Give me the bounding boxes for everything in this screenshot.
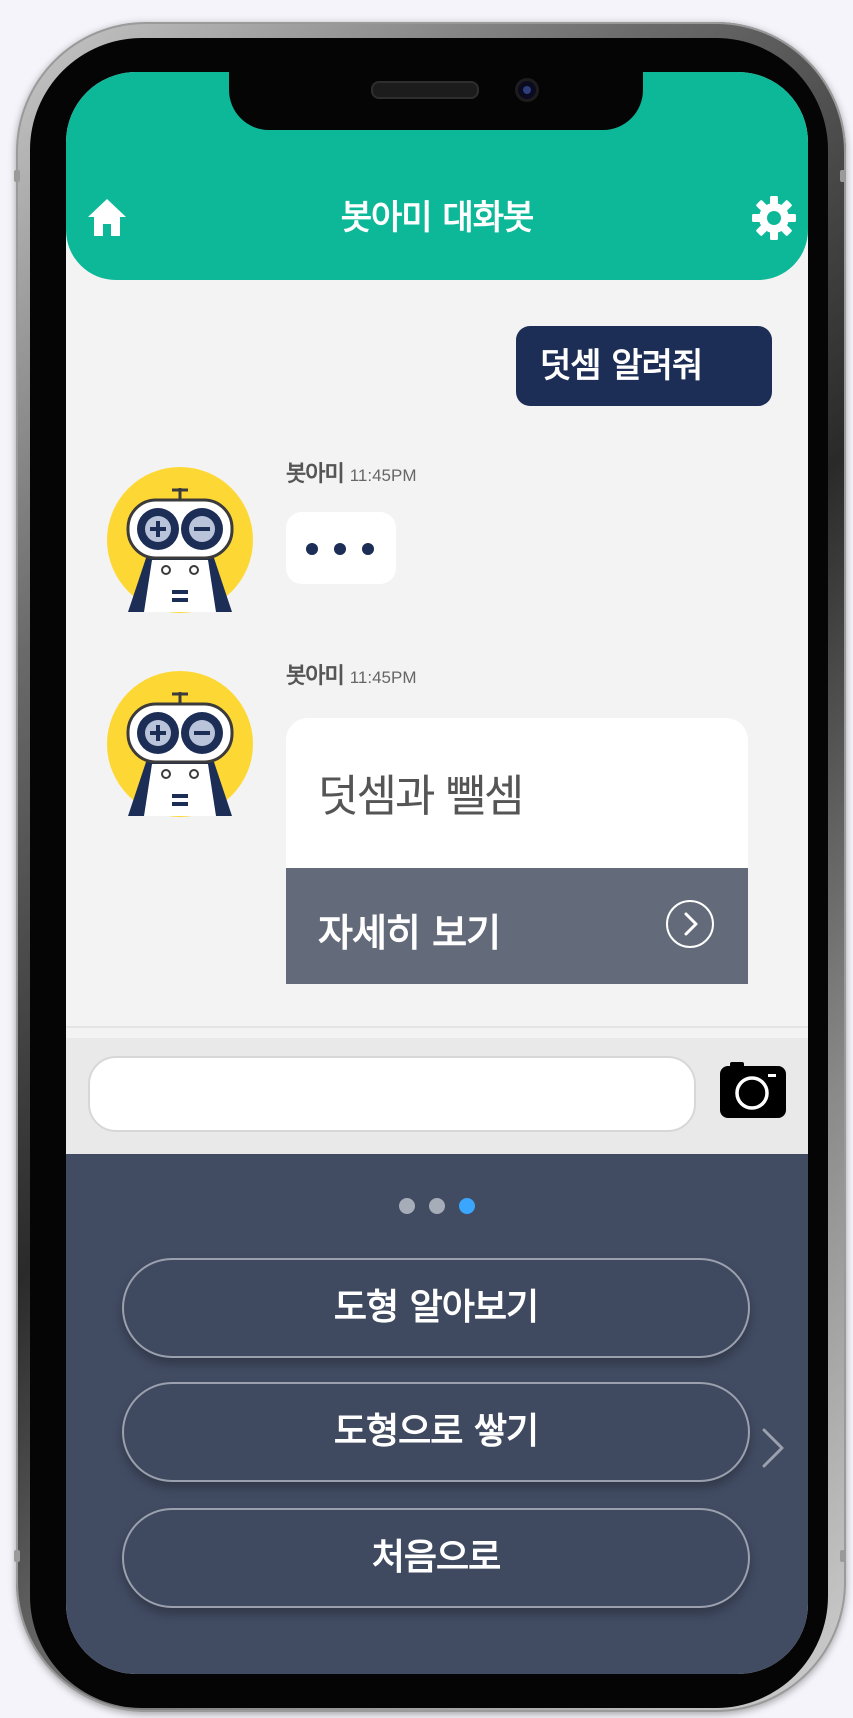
- camera-icon[interactable]: [720, 1062, 786, 1120]
- card-detail-button[interactable]: 자세히 보기: [286, 868, 748, 984]
- typing-indicator-bubble: [286, 512, 396, 584]
- app-screen: 봇아미 대화봇 덧셈 알려줘 봇아미 11:45PM 봇아미 11:45PM 덧…: [66, 72, 808, 1674]
- bot-avatar: [107, 467, 253, 613]
- input-bar: [66, 1038, 808, 1154]
- message-time: 11:45PM: [349, 466, 417, 485]
- card-detail-label: 자세히 보기: [318, 911, 501, 955]
- suggestion-chip[interactable]: 도형으로 쌓기: [122, 1382, 750, 1482]
- message-input[interactable]: [88, 1056, 696, 1132]
- typing-dot: [362, 543, 374, 555]
- chevron-right-icon: [666, 900, 714, 948]
- bot-card: 덧셈과 뺄셈 자세히 보기: [286, 718, 748, 984]
- suggestion-chip[interactable]: 도형 알아보기: [122, 1258, 750, 1358]
- message-time: 11:45PM: [349, 668, 417, 687]
- bot-message-meta: 봇아미 11:45PM: [286, 658, 417, 690]
- side-button: [840, 170, 846, 182]
- divider: [66, 1026, 808, 1028]
- gear-icon[interactable]: [750, 194, 798, 242]
- side-button: [840, 1550, 846, 1562]
- bot-name: 봇아미: [286, 462, 345, 487]
- page-title: 봇아미 대화봇: [340, 198, 535, 238]
- page-dot-active[interactable]: [459, 1198, 475, 1214]
- bot-avatar: [107, 671, 253, 817]
- bot-name: 봇아미: [286, 664, 345, 689]
- front-camera: [515, 78, 539, 102]
- typing-dot: [306, 543, 318, 555]
- page-indicator: [66, 1198, 808, 1218]
- bot-message-meta: 봇아미 11:45PM: [286, 456, 417, 488]
- chevron-right-icon[interactable]: [760, 1426, 786, 1470]
- card-title: 덧셈과 뺄셈: [318, 771, 524, 822]
- suggestion-chip[interactable]: 처음으로: [122, 1508, 750, 1608]
- suggestion-panel: 도형 알아보기 도형으로 쌓기 처음으로: [66, 1154, 808, 1674]
- page-dot[interactable]: [429, 1198, 445, 1214]
- side-button: [14, 170, 20, 182]
- typing-dot: [334, 543, 346, 555]
- side-button: [14, 1550, 20, 1562]
- page-dot[interactable]: [399, 1198, 415, 1214]
- phone-notch: [229, 72, 643, 130]
- speaker-grille: [371, 81, 479, 99]
- user-message-bubble: 덧셈 알려줘: [516, 326, 772, 406]
